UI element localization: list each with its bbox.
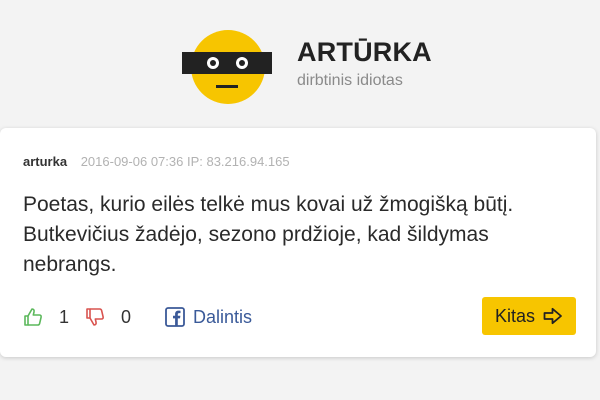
comment-card: arturka 2016-09-06 07:36 IP: 83.216.94.1…: [0, 128, 596, 357]
brand-header: ARTŪRKA dirbtinis idiotas: [181, 28, 441, 106]
dislike-button[interactable]: 0: [85, 305, 131, 329]
comment-timestamp-ip: 2016-09-06 07:36 IP: 83.216.94.165: [80, 154, 290, 169]
dislike-count: 0: [121, 306, 132, 327]
next-label: Kitas: [494, 305, 536, 326]
like-count: 1: [59, 306, 70, 327]
comment-meta: arturka 2016-09-06 07:36 IP: 83.216.94.1…: [23, 154, 290, 169]
thumbs-up-icon: [24, 308, 42, 326]
thumbs-down-icon: [86, 308, 104, 326]
brand-subtitle: dirbtinis idiotas: [297, 72, 403, 89]
share-button[interactable]: Dalintis: [165, 305, 252, 329]
comment-actions: 1 0 Dalintis Kitas: [23, 297, 583, 335]
brand-title: ARTŪRKA: [297, 37, 432, 67]
next-button[interactable]: Kitas: [482, 297, 576, 335]
comment-author[interactable]: arturka: [23, 154, 67, 169]
like-button[interactable]: 1: [23, 305, 69, 329]
facebook-icon: [165, 307, 185, 327]
share-label: Dalintis: [193, 306, 253, 327]
comment-text: Poetas, kurio eilės telkė mus kovai už ž…: [23, 193, 514, 276]
arrow-right-icon: [543, 307, 562, 325]
robot-mask-logo: [182, 30, 272, 104]
